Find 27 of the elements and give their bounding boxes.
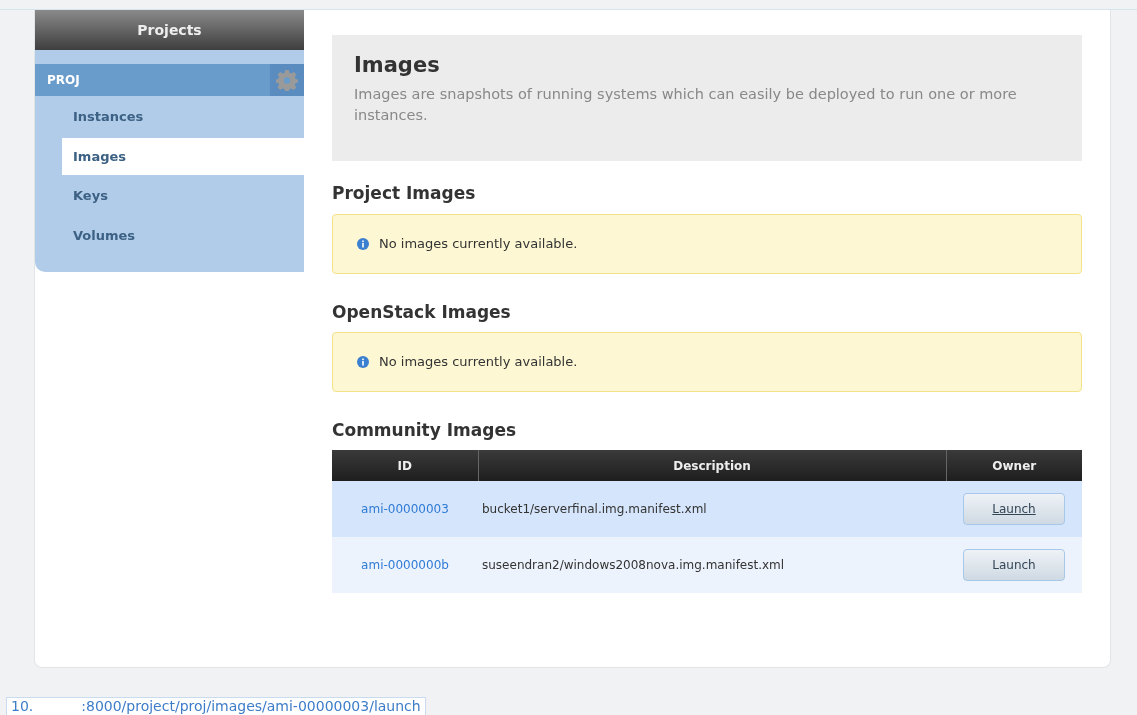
table-cell: bucket1/serverfinal.img.manifest.xml [478, 481, 946, 538]
url-path: :8000/project/proj/images/ami-00000003/launch [81, 698, 421, 715]
project-name: PROJ [47, 72, 80, 89]
column-header: Description [478, 450, 946, 482]
section-title: OpenStack Images [332, 301, 512, 322]
alert-message: No images currently available. [379, 234, 578, 253]
sidebar-title: Projects [35, 10, 304, 50]
column-header: ID [332, 450, 478, 482]
image-id-link[interactable]: ami-0000000b [361, 558, 449, 573]
table-cell: suseendran2/windows2008nova.img.manifest.xml [478, 537, 946, 594]
section-title: Project Images [332, 183, 477, 204]
alert-message: No images currently available. [379, 353, 578, 372]
info-icon [357, 356, 369, 368]
image-id-link[interactable]: ami-00000003 [361, 502, 449, 517]
section-title: Community Images [332, 420, 518, 441]
launch-button[interactable]: Launch [963, 493, 1065, 526]
page-title: Images [354, 53, 441, 79]
settings-icon[interactable] [276, 69, 298, 91]
sidebar-item[interactable]: Instances [35, 98, 304, 136]
sidebar-item[interactable]: Volumes [35, 216, 304, 254]
sidebar-item[interactable]: Keys [35, 177, 304, 215]
column-header: Owner [946, 450, 1082, 482]
info-icon [357, 237, 369, 250]
launch-button[interactable]: Launch [963, 549, 1065, 582]
page-description: Images are snapshots of running systems which can easily be deployed to run one or more instances. [354, 85, 1018, 126]
url-host: 10. [11, 698, 34, 715]
sidebar-item[interactable]: Images [62, 137, 304, 175]
